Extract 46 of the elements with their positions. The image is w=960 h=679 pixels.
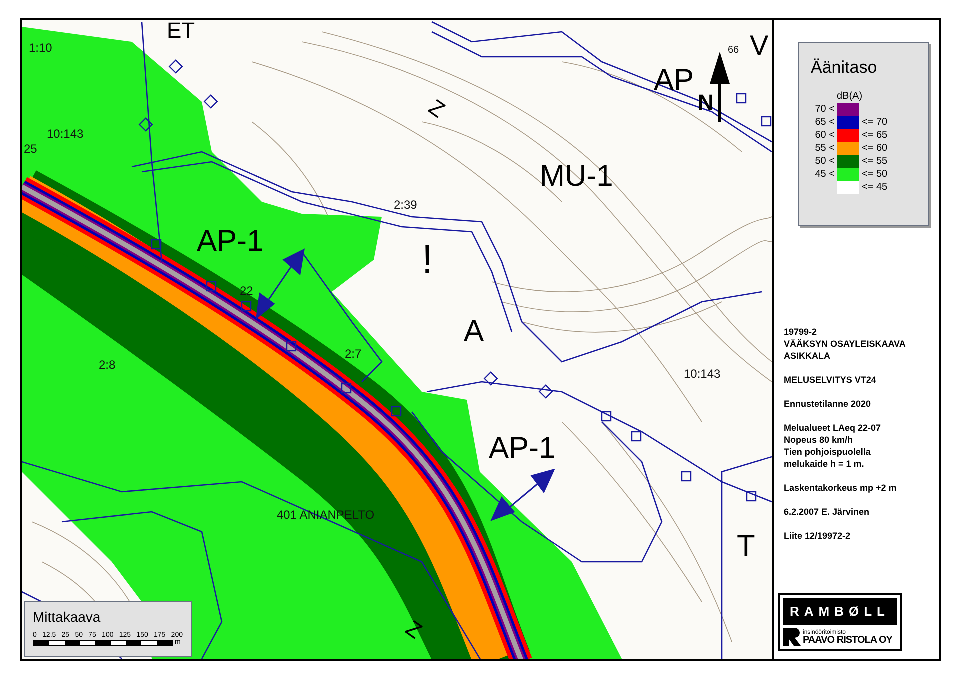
zone-label: AP <box>654 66 694 96</box>
parcel-number: 22 <box>240 285 254 297</box>
zone-label: AP-1 <box>197 227 264 257</box>
legend-lower-bound: 55 < <box>814 144 836 154</box>
legend-upper-bound: <= 70 <box>861 118 888 128</box>
info-text: Liite 12/19972-2 <box>784 530 852 542</box>
legend-lower-bound: 50 < <box>814 156 836 166</box>
info-text: MELUSELVITYS VT24 <box>784 374 878 386</box>
legend-unit: dB(A) <box>837 92 864 102</box>
zone-label: A <box>464 317 484 347</box>
info-text: Laskentakorkeus mp +2 m <box>784 482 898 494</box>
legend-lower-bound: 60 < <box>814 130 836 140</box>
legend-upper-bound: <= 45 <box>861 182 888 192</box>
map-symbol: Z <box>402 617 426 643</box>
map-symbol: Z <box>424 96 449 122</box>
info-text: 19799-2 VÄÄKSYN OSAYLEISKAAVA ASIKKALA <box>784 326 907 362</box>
parcel-number: 66 <box>728 46 740 56</box>
legend-upper-bound: <= 55 <box>861 156 888 166</box>
parcel-number: 10:143 <box>47 128 84 140</box>
logo-brand: RAMBØLL <box>783 598 897 625</box>
parcel-number: 25 <box>24 143 38 155</box>
double-arrow <box>490 468 556 522</box>
zone-label: T <box>737 532 756 562</box>
zone-label: V <box>750 32 769 60</box>
parcel-number: 2:8 <box>99 359 116 371</box>
legend-lower-bound: 45 < <box>814 170 836 180</box>
info-text: Ennustetilanne 2020 <box>784 398 872 410</box>
r-logo-icon <box>783 628 801 646</box>
legend-upper-bound: <= 50 <box>861 170 888 180</box>
scale-title: Mittakaava <box>33 610 102 624</box>
legend-upper-bound: <= 65 <box>861 130 888 140</box>
parcel-number: 2:39 <box>394 199 418 211</box>
logo-company: PAAVO RISTOLA OY <box>803 636 892 646</box>
zone-label: AP-1 <box>489 434 556 464</box>
info-text: 6.2.2007 E. Järvinen <box>784 506 871 518</box>
zone-label: MU-1 <box>540 162 614 192</box>
legend-lower-bound: 65 < <box>814 118 836 128</box>
zone-label: ET <box>167 20 196 42</box>
legend-upper-bound: <= 60 <box>861 144 888 154</box>
legend-lower-bound: 70 < <box>814 104 836 114</box>
legend-title: Äänitaso <box>811 59 878 76</box>
map-symbol: ! <box>422 240 434 280</box>
parcel-number: 2:7 <box>345 348 362 360</box>
parcel-number: 1:10 <box>29 42 52 54</box>
info-text: Melualueet LAeq 22-07 Nopeus 80 km/h Tien pohjoispuolella melukaide h = 1 m. <box>784 422 882 470</box>
parcel-number: 10:143 <box>684 368 721 380</box>
